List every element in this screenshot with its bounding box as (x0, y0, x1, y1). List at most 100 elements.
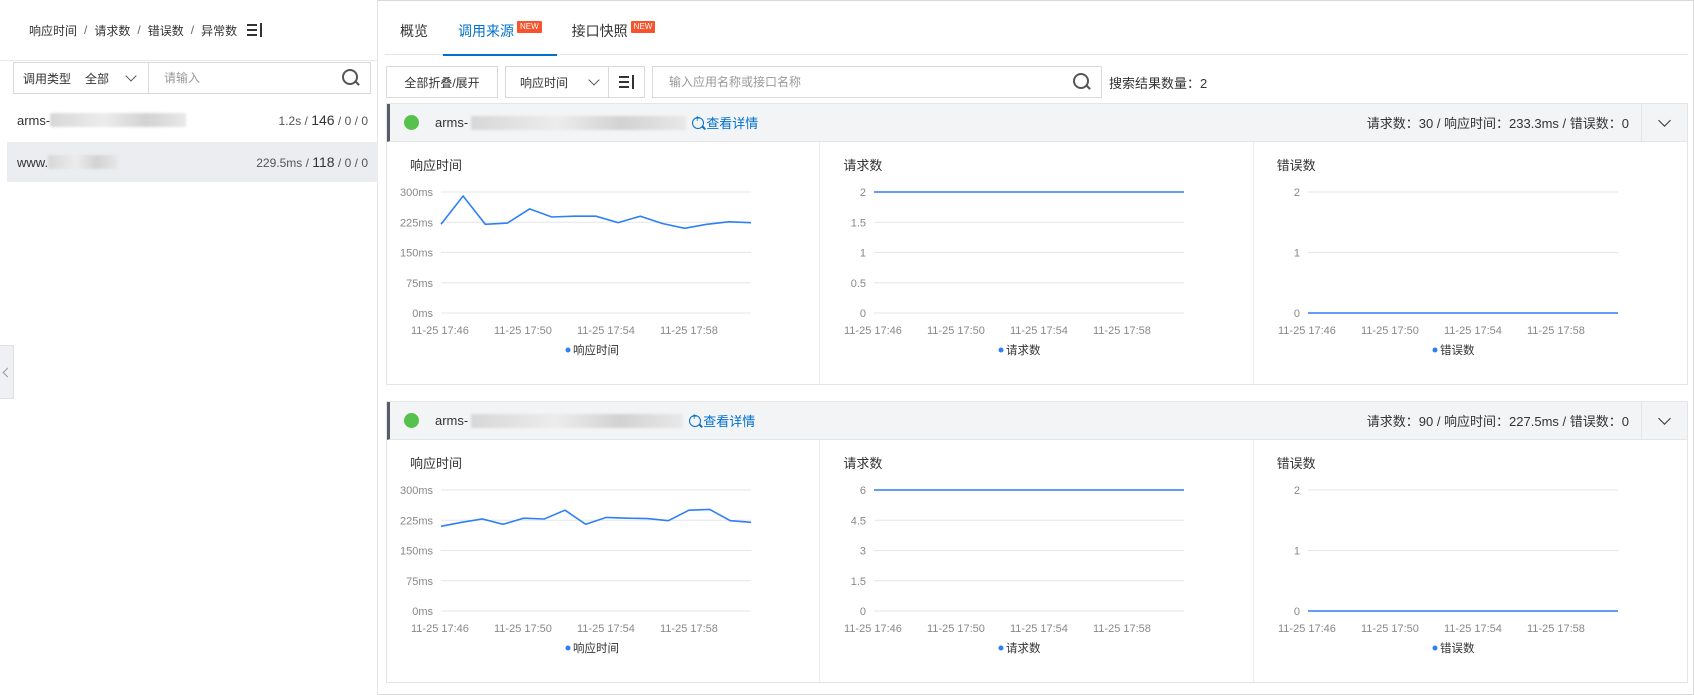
y-tick-label: 1.5 (851, 217, 866, 229)
metric-exceptions[interactable]: 异常数 (201, 22, 237, 39)
y-tick-label: 75ms (406, 576, 433, 588)
app-exceptions: 0 (361, 156, 368, 170)
card-collapse-toggle[interactable] (1641, 402, 1687, 439)
chevron-down-icon (588, 74, 600, 86)
app-requests: 118 (312, 154, 335, 170)
result-value: 2 (1200, 75, 1208, 91)
app-exceptions: 0 (361, 114, 368, 128)
app-errors: 0 (344, 114, 352, 128)
line-chart: 0 1 2 11-25 17:46 11-25 17:50 11-25 17:54 11-2… (1278, 485, 1618, 655)
separator: / (84, 23, 88, 37)
tab-label: 调用来源 (458, 23, 514, 39)
x-tick-label: 11-25 17:50 (1361, 623, 1419, 635)
x-tick-label: 11-25 17:46 (1278, 623, 1336, 635)
y-tick-label: 75ms (406, 278, 433, 290)
legend-marker (998, 645, 1004, 651)
source-search-box (652, 66, 1102, 98)
sort-order-button[interactable] (609, 66, 645, 98)
app-name: arms- (17, 113, 187, 128)
x-tick-label: 11-25 17:50 (927, 325, 985, 337)
card-stats: 请求数：30 / 响应时间：233.3ms / 错误数：0 (1366, 116, 1629, 131)
x-tick-label: 11-25 17:50 (1361, 325, 1419, 337)
view-details-label: 查看详情 (703, 414, 756, 429)
source-card: arms- 查看详情 请求数：30 / 响应时间：233.3ms / 错误数：0… (386, 103, 1688, 385)
legend-marker (998, 347, 1004, 353)
status-dot (404, 413, 419, 428)
metric-requests[interactable]: 请求数 (94, 22, 130, 39)
sort-by-value: 响应时间 (520, 75, 569, 90)
panel-collapse-handle[interactable] (0, 345, 14, 399)
x-tick-label: 11-25 17:46 (411, 623, 469, 635)
series-line (440, 194, 752, 230)
y-tick-label: 225ms (400, 515, 434, 527)
view-details-link[interactable]: 查看详情 (689, 411, 755, 430)
card-stats: 请求数：90 / 响应时间：227.5ms / 错误数：0 (1366, 414, 1629, 429)
tab-call-source[interactable]: 调用来源 NEW (443, 7, 557, 56)
y-tick-label: 1 (1294, 546, 1300, 558)
y-tick-label: 0 (860, 606, 866, 618)
line-chart: 0ms 75ms 150ms 225ms 300ms 11-25 17:46 11-25 1… (400, 187, 752, 357)
y-tick-label: 2 (1294, 187, 1300, 199)
search-icon[interactable] (342, 69, 360, 87)
app-search-input[interactable] (149, 64, 342, 92)
x-tick-label: 11-25 17:54 (1010, 325, 1068, 337)
x-tick-label: 11-25 17:46 (844, 325, 902, 337)
app-list-item-selected[interactable]: www. 229.5ms / 118 / 0 / 0 (7, 142, 378, 182)
x-tick-label: 11-25 17:54 (577, 325, 635, 337)
chevron-down-icon (125, 70, 137, 82)
tab-label: 接口快照 (571, 23, 628, 39)
view-details-link[interactable]: 查看详情 (692, 113, 758, 132)
main-panel: 概览 调用来源 NEW 接口快照 NEW 全部折叠/展开 响应时间 搜索结果数量… (385, 0, 1688, 695)
chart-response-time: 响应时间 0ms 75ms 150ms 225ms 300ms 11-25 17:46 11… (387, 142, 821, 384)
call-type-select[interactable]: 调用类型 全部 (14, 63, 149, 93)
tab-overview[interactable]: 概览 (385, 7, 443, 55)
source-name: arms- (435, 413, 684, 428)
sort-icon (618, 75, 635, 89)
tab-interface-snapshot[interactable]: 接口快照 NEW (557, 7, 671, 55)
collapse-expand-all-button[interactable]: 全部折叠/展开 (386, 66, 498, 98)
card-header: arms- 查看详情 请求数：30 / 响应时间：233.3ms / 错误数：0 (387, 104, 1687, 142)
status-dot (404, 115, 419, 130)
y-tick-label: 2 (860, 187, 866, 199)
y-tick-label: 1 (860, 248, 866, 260)
card-collapse-toggle[interactable] (1641, 104, 1687, 141)
x-tick-label: 11-25 17:58 (1527, 623, 1585, 635)
new-badge: NEW (630, 21, 656, 33)
y-tick-label: 0ms (412, 308, 433, 320)
chart-row: 响应时间 0ms 75ms 150ms 225ms 300ms 11-25 17:46 11… (387, 440, 1687, 682)
search-icon[interactable] (1073, 73, 1091, 91)
source-name-prefix: arms- (435, 115, 469, 130)
app-name: www. (17, 154, 119, 170)
legend-marker (1432, 645, 1438, 651)
y-tick-label: 1 (1294, 248, 1300, 260)
app-list-item[interactable]: arms- 1.2s / 146 / 0 / 0 (7, 100, 378, 140)
metric-errors[interactable]: 错误数 (148, 22, 184, 39)
y-tick-label: 3 (860, 546, 866, 558)
source-search-input[interactable] (653, 75, 1073, 89)
legend-label: 响应时间 (573, 343, 619, 357)
y-tick-label: 0ms (412, 606, 433, 618)
sort-icon[interactable] (247, 23, 263, 37)
call-type-label: 调用类型 (23, 71, 72, 86)
toolbar: 全部折叠/展开 响应时间 搜索结果数量：2 (386, 66, 1207, 98)
view-details-label: 查看详情 (706, 116, 759, 131)
x-tick-label: 11-25 17:46 (1278, 325, 1336, 337)
app-name-prefix: www. (17, 154, 49, 170)
y-tick-label: 150ms (400, 248, 434, 260)
app-rt: 1.2s (278, 114, 302, 128)
tab-bar: 概览 调用来源 NEW 接口快照 NEW (385, 7, 1688, 56)
y-tick-label: 1.5 (851, 576, 866, 588)
y-tick-label: 0 (860, 308, 866, 320)
x-tick-label: 11-25 17:50 (494, 623, 552, 635)
new-badge: NEW (517, 21, 542, 33)
metric-response-time[interactable]: 响应时间 (29, 22, 77, 39)
y-tick-label: 300ms (400, 187, 434, 199)
y-tick-label: 0.5 (851, 278, 866, 290)
chart-errors: 错误数 0 1 2 11-25 17:46 11-25 17:50 11-25 17:54… (1254, 142, 1687, 384)
x-tick-label: 11-25 17:54 (1444, 325, 1502, 337)
x-tick-label: 11-25 17:54 (577, 623, 635, 635)
legend-label: 响应时间 (573, 641, 619, 655)
app-rt: 229.5ms (256, 156, 303, 170)
sort-by-select[interactable]: 响应时间 (505, 66, 609, 98)
legend-marker (565, 347, 571, 353)
